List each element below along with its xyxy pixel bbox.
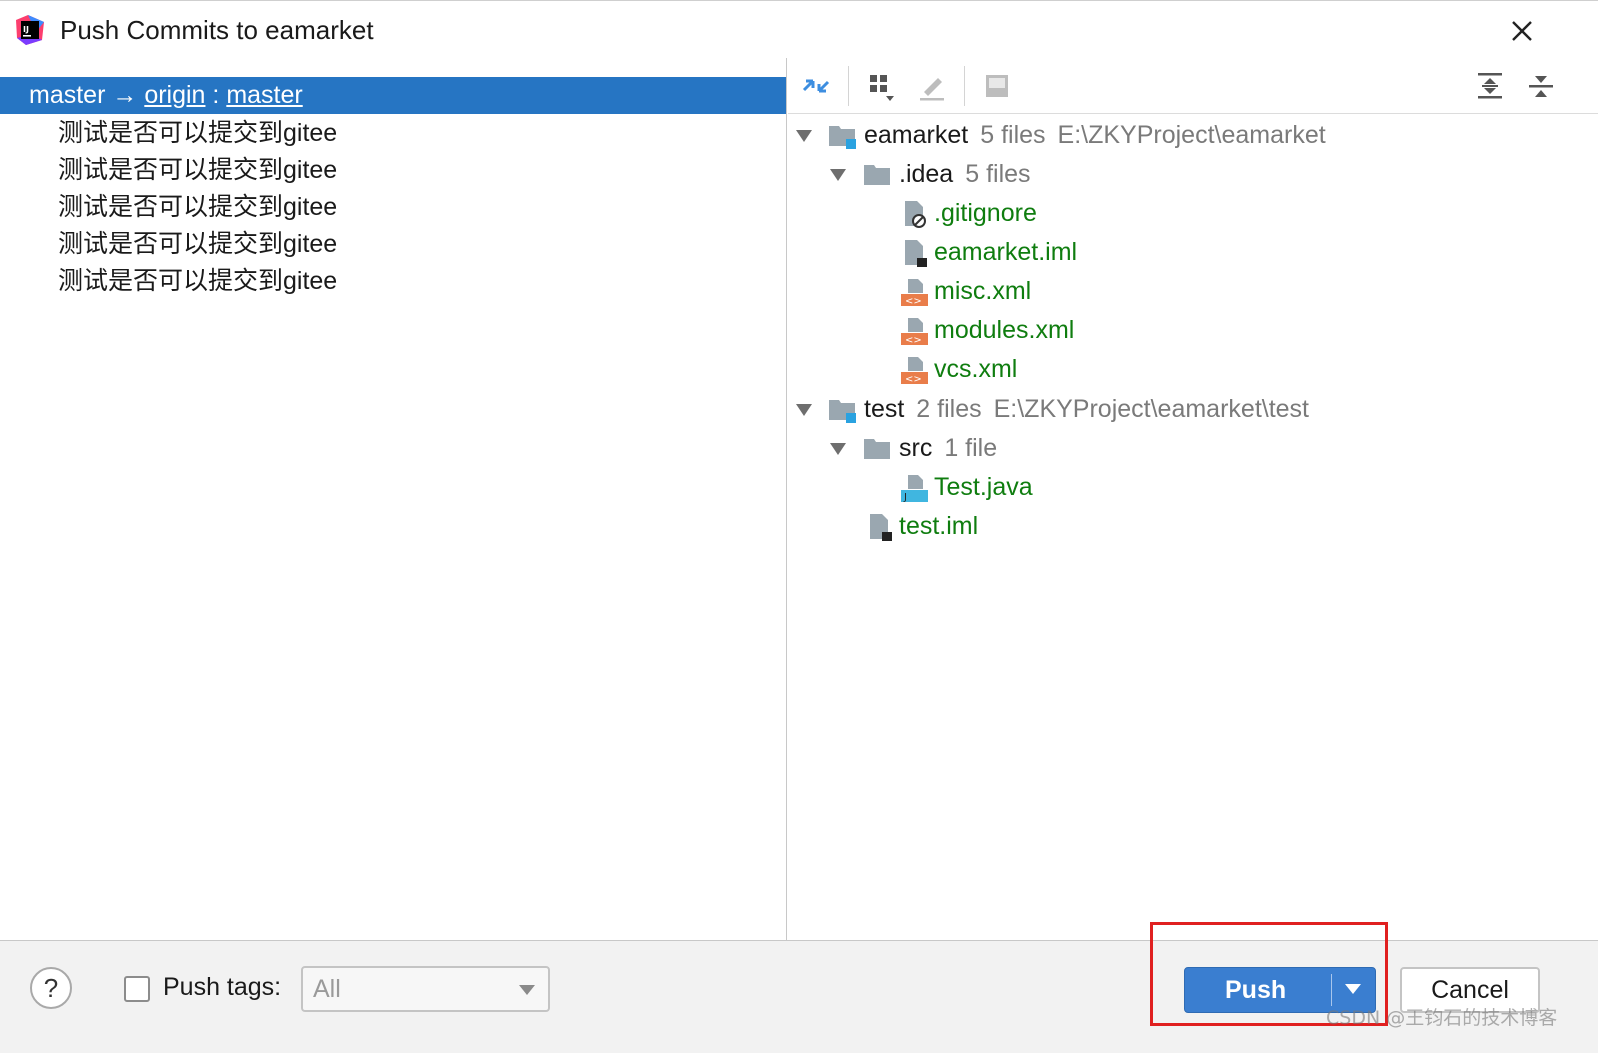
file-count: 2 files — [916, 395, 982, 423]
file-name: Test.java — [934, 473, 1033, 501]
file-name: modules.xml — [934, 316, 1075, 344]
tree-node-modules-xml[interactable]: <> modules.xml — [788, 311, 1588, 350]
close-icon[interactable] — [1506, 15, 1538, 47]
svg-text:<>: <> — [905, 374, 922, 385]
toolbar-separator — [964, 66, 965, 106]
tags-select-value: All — [313, 975, 341, 1003]
branch-row[interactable]: master → origin : master — [0, 77, 786, 114]
file-count: 5 files — [980, 121, 1046, 149]
tree-node-idea[interactable]: .idea 5 files — [788, 155, 1588, 194]
collapse-all-icon[interactable] — [1523, 68, 1559, 104]
chevron-down-icon[interactable] — [828, 165, 848, 185]
folder-icon — [864, 439, 890, 459]
file-name: misc.xml — [934, 277, 1032, 305]
watermark: CSDN @王钧石的技术博客 — [1326, 1007, 1558, 1029]
remote-branch-link[interactable]: master — [226, 81, 302, 109]
node-name: .idea — [899, 160, 954, 188]
node-path: E:\ZKYProject\eamarket — [1057, 121, 1326, 149]
module-folder-icon — [829, 126, 856, 149]
svg-text:<>: <> — [905, 296, 922, 307]
push-tags-label: Push tags: — [163, 973, 282, 1001]
files-toolbar — [788, 58, 1598, 114]
preview-icon[interactable] — [979, 68, 1015, 104]
file-name: test.iml — [899, 512, 979, 540]
push-tags-checkbox[interactable] — [124, 976, 150, 1002]
chevron-down-icon — [1345, 984, 1361, 994]
tree-node-gitignore[interactable]: .gitignore — [788, 194, 1588, 233]
tree-node-eamarket-iml[interactable]: eamarket.iml — [788, 233, 1588, 272]
tree-node-vcs-xml[interactable]: <> vcs.xml — [788, 350, 1588, 389]
chevron-down-icon[interactable] — [828, 439, 848, 459]
file-name: eamarket.iml — [934, 238, 1078, 266]
svg-text:IJ: IJ — [23, 25, 29, 34]
help-button[interactable]: ? — [30, 967, 72, 1009]
module-folder-icon — [829, 400, 856, 423]
remote-link[interactable]: origin — [144, 81, 205, 109]
tree-node-test-java[interactable]: J Test.java — [788, 468, 1588, 507]
node-name: eamarket — [864, 121, 969, 149]
commit-item[interactable]: 测试是否可以提交到gitee — [58, 152, 337, 189]
file-name: vcs.xml — [934, 355, 1018, 383]
commit-item[interactable]: 测试是否可以提交到gitee — [58, 189, 337, 226]
xml-file-icon: <> — [901, 318, 928, 346]
local-branch: master — [29, 81, 106, 109]
push-button-label: Push — [1225, 976, 1287, 1004]
tree-node-src[interactable]: src 1 file — [788, 429, 1588, 468]
branch-separator: : — [212, 81, 220, 109]
tags-select[interactable]: All — [301, 966, 550, 1012]
chevron-down-icon — [519, 985, 535, 995]
ignored-file-icon — [905, 201, 926, 228]
intellij-idea-icon: IJ — [16, 15, 44, 45]
node-path: E:\ZKYProject\eamarket\test — [993, 395, 1310, 423]
module-file-icon — [870, 514, 892, 541]
window-title: Push Commits to eamarket — [60, 15, 374, 45]
commit-item[interactable]: 测试是否可以提交到gitee — [58, 115, 337, 152]
tree-node-eamarket[interactable]: eamarket 5 files E:\ZKYProject\eamarket — [788, 116, 1588, 155]
java-file-icon: J — [901, 475, 928, 503]
arrow-right-icon: → — [112, 81, 138, 109]
title-bar: IJ Push Commits to eamarket — [0, 0, 1598, 58]
files-panel: eamarket 5 files E:\ZKYProject\eamarket .i… — [788, 58, 1598, 940]
node-name: src — [899, 434, 933, 462]
module-file-icon — [905, 240, 927, 267]
diff-compare-icon[interactable] — [798, 68, 834, 104]
dialog-footer: ? Push tags: All Push Cancel — [0, 940, 1598, 1053]
file-count: 1 file — [944, 434, 998, 462]
chevron-down-icon[interactable] — [794, 400, 814, 420]
expand-all-icon[interactable] — [1472, 68, 1508, 104]
tree-node-test[interactable]: test 2 files E:\ZKYProject\eamarket\test — [788, 390, 1588, 429]
xml-file-icon: <> — [901, 279, 928, 307]
chevron-down-icon[interactable] — [794, 126, 814, 146]
tree-node-misc-xml[interactable]: <> misc.xml — [788, 272, 1588, 311]
commit-item[interactable]: 测试是否可以提交到gitee — [58, 226, 337, 263]
commits-panel: master → origin : master 测试是否可以提交到gitee … — [0, 58, 787, 940]
edit-source-icon[interactable] — [914, 68, 950, 104]
node-name: test — [864, 395, 905, 423]
file-count: 5 files — [965, 160, 1031, 188]
svg-text:<>: <> — [905, 335, 922, 346]
commit-item[interactable]: 测试是否可以提交到gitee — [58, 263, 337, 300]
tree-node-test-iml[interactable]: test.iml — [788, 507, 1588, 546]
toolbar-separator — [848, 66, 849, 106]
svg-text:J: J — [903, 492, 907, 503]
file-name: .gitignore — [934, 199, 1037, 227]
folder-icon — [864, 165, 890, 185]
group-by-icon[interactable] — [864, 68, 900, 104]
xml-file-icon: <> — [901, 357, 928, 385]
